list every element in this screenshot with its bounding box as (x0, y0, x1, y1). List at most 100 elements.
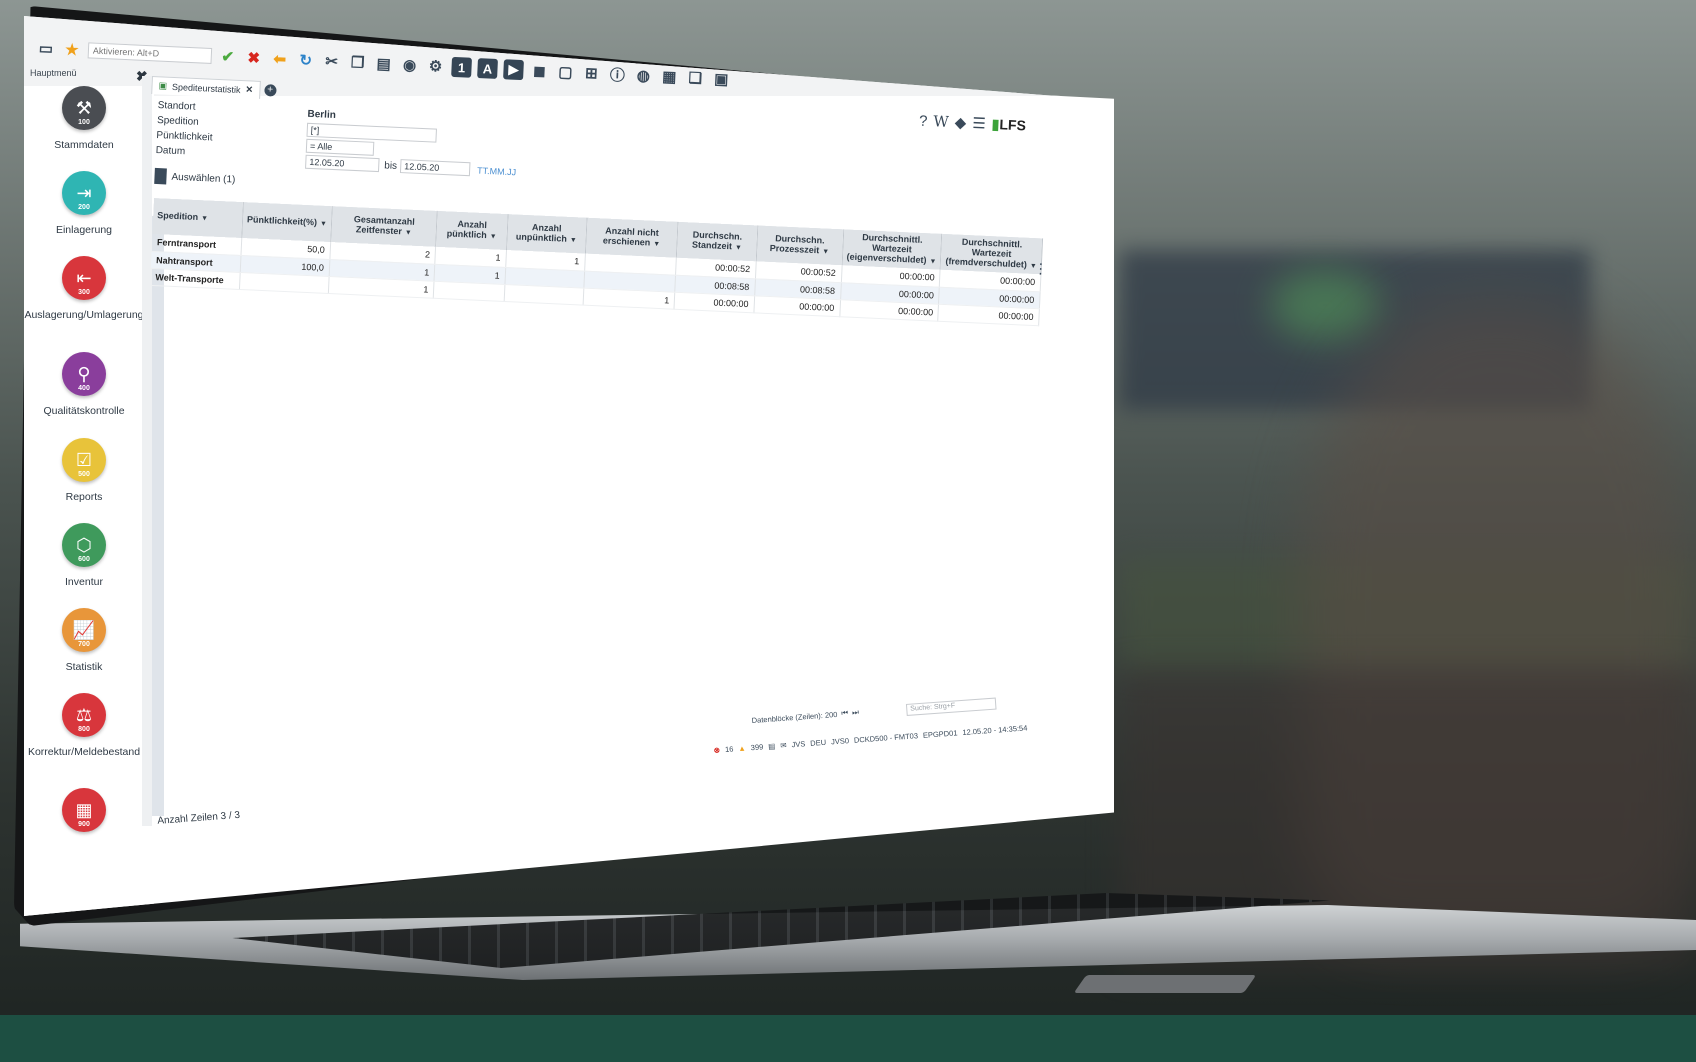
more-options-icon[interactable]: ⋮ (1033, 260, 1048, 278)
background-blur (1270, 270, 1380, 340)
status-segment: JVS (791, 739, 806, 750)
puenktlichkeit-label: Pünktlichkeit (156, 129, 213, 144)
module-statistik[interactable]: 📈 700 Statistik (24, 608, 144, 673)
play-icon[interactable]: ▶ (503, 59, 524, 81)
table-cell: 00:00:00 (839, 299, 939, 321)
hamburger-menu-icon[interactable]: ☰ (972, 114, 986, 133)
clip-icon[interactable]: ◍ (633, 65, 654, 86)
cut-icon[interactable]: ✂ (321, 51, 342, 72)
paste-icon[interactable]: ▤ (373, 53, 394, 74)
datum-to-label: bis (383, 160, 398, 172)
window-restore-icon[interactable]: ❏ (685, 67, 706, 88)
save-icon: ▣ (158, 80, 168, 91)
module-korrektur[interactable]: ⚖ 800 Korrektur/Meldebestand (24, 693, 144, 758)
diamond-icon[interactable]: ◆ (954, 113, 966, 132)
datenbloecke-label: Datenblöcke (Zeilen): 200 (751, 709, 838, 725)
sidebar: ⚒ 100 Stammdaten ⇥ 200 Einlagerung ⇤ 300 Au… (24, 86, 154, 916)
mail-icon[interactable]: ✉ (780, 741, 787, 750)
grid-row-header-strip (152, 216, 164, 816)
search-input[interactable]: Suche: Strg+F (905, 697, 997, 716)
module-900[interactable]: ▦ 900 (24, 788, 144, 832)
statistics-table: Spedition ▼ Pünktlichkeit(%) ▼ Gesamtanzah… (150, 198, 1043, 326)
palette-icon[interactable]: ◉ (399, 55, 420, 76)
spedition-label: Spedition (156, 114, 199, 128)
module-stammdaten[interactable]: ⚒ 100 Stammdaten (24, 86, 144, 151)
status-segment: 12.05.20 - 14:35:54 (962, 723, 1028, 738)
module-einlagerung[interactable]: ⇥ 200 Einlagerung (24, 171, 144, 236)
activate-input[interactable] (87, 42, 213, 64)
wiki-icon[interactable]: W (933, 112, 949, 131)
document-icon (154, 167, 167, 185)
cancel-icon[interactable]: ✖ (243, 47, 264, 68)
standort-label: Standort (157, 100, 196, 113)
module-auslagerung[interactable]: ⇤ 300 Auslagerung/Umlagerung (24, 256, 144, 321)
column-header[interactable]: Anzahl pünktlich ▼ (435, 210, 508, 251)
letter-badge-icon[interactable]: A (477, 58, 498, 79)
datum-label: Datum (155, 144, 186, 158)
doc-status-icon[interactable]: ▤ (768, 741, 776, 750)
module-reports[interactable]: ☑ 500 Reports (24, 438, 144, 503)
standort-value: Berlin (307, 108, 337, 122)
add-tab-icon[interactable]: + (263, 84, 277, 97)
table-cell (433, 280, 505, 301)
app-screen: ▭ ★ ✔ ✖ ⬅ ↻ ✂ ❐ ▤ ◉ ⚙ 1 A ▶ ◼ ▢ ⊞ ⓘ ◍ ▦ … (24, 16, 1114, 916)
error-icon[interactable]: ⊗ (713, 745, 720, 754)
tab-label: Spediteurstatistik (171, 81, 241, 95)
info-icon[interactable]: ⓘ (607, 64, 628, 85)
filter-panel: Standort Spedition Pünktlichkeit Datum B… (154, 100, 677, 185)
report-check-icon: ☑ 500 (62, 438, 106, 482)
datum-from-field[interactable]: 12.05.20 (305, 154, 380, 173)
column-header[interactable]: Anzahl nicht erschienen ▼ (585, 217, 679, 258)
sidebar-scrollbar[interactable] (142, 76, 152, 826)
column-header[interactable]: Durchschnittl. Wartezeit (fremdverschuld… (940, 233, 1043, 275)
column-header[interactable]: Pünktlichkeit(%) ▼ (241, 202, 333, 243)
check-icon[interactable]: ✔ (217, 46, 238, 67)
gear-icon[interactable]: ⚙ (425, 56, 446, 77)
module-label: Korrektur/Meldebestand (27, 746, 141, 758)
stamp-icon: ⚲ 400 (62, 352, 106, 396)
status-segment: DCKD500 - FMT03 (853, 731, 919, 745)
grid-icon: ▦ 900 (62, 788, 106, 832)
table-cell (239, 271, 330, 294)
copy-icon[interactable]: ❐ (347, 52, 368, 73)
table-cell: Welt-Transporte (150, 267, 241, 289)
error-count: 16 (724, 744, 734, 755)
column-header[interactable]: Durchschn. Standzeit ▼ (676, 221, 758, 262)
module-label: Reports (65, 491, 103, 503)
square-outline-icon[interactable]: ▢ (555, 62, 576, 83)
footer-band (0, 1015, 1696, 1062)
column-header[interactable]: Gesamtanzahl Zeitfenster ▼ (330, 206, 438, 247)
column-header[interactable]: Anzahl unpünktlich ▼ (506, 214, 587, 254)
module-inventur[interactable]: ⬡ 600 Inventur (24, 523, 144, 588)
datum-to-field[interactable]: 12.05.20 (399, 159, 471, 177)
table-cell: 00:00:00 (674, 291, 755, 313)
column-header[interactable]: Durchschn. Prozesszeit ▼ (756, 225, 844, 266)
zoom-doc-icon[interactable]: ⊞ (581, 63, 602, 84)
tab-close-icon[interactable]: ✕ (245, 84, 253, 95)
table-cell (504, 284, 584, 305)
module-qualitaetskontrolle[interactable]: ⚲ 400 Qualitätskontrolle (24, 352, 144, 417)
module-label: Statistik (65, 661, 103, 673)
help-icon[interactable]: ? (919, 112, 928, 129)
favorite-star-icon[interactable]: ★ (62, 39, 83, 60)
square-icon[interactable]: ◼ (529, 60, 550, 81)
main-menu-title: Hauptmenü (30, 68, 77, 78)
column-header[interactable]: Durchschnittl. Wartezeit (eigenverschuld… (841, 229, 943, 270)
number-badge-icon[interactable]: 1 (451, 56, 473, 78)
auswaehlen-button[interactable]: Auswählen (1) (154, 167, 236, 188)
window-icon[interactable]: ▭ (36, 38, 57, 59)
table-cell: 00:00:00 (938, 303, 1040, 326)
doc-edit-icon[interactable]: ▦ (659, 66, 680, 87)
last-page-icon[interactable]: ⏭ (852, 707, 859, 717)
column-header[interactable]: Spedition ▼ (152, 198, 244, 239)
first-page-icon[interactable]: ⏮ (841, 708, 848, 718)
row-count: Anzahl Zeilen 3 / 3 (157, 809, 241, 827)
back-arrow-icon[interactable]: ⬅ (269, 49, 290, 70)
table-cell: 1 (582, 287, 676, 309)
monitor-icon[interactable]: ▣ (711, 69, 732, 90)
puenktlichkeit-select[interactable]: = Alle (305, 138, 375, 156)
refresh-icon[interactable]: ↻ (295, 50, 316, 71)
datenbloecke-control[interactable]: Datenblöcke (Zeilen): 200 ⏮ ⏭ (751, 707, 859, 725)
status-bar: ⊗ 16 ▲ 399 ▤ ✉ JVS DEU JVS0 DCKD500 - FM… (713, 723, 1027, 754)
warning-icon[interactable]: ▲ (738, 744, 746, 754)
